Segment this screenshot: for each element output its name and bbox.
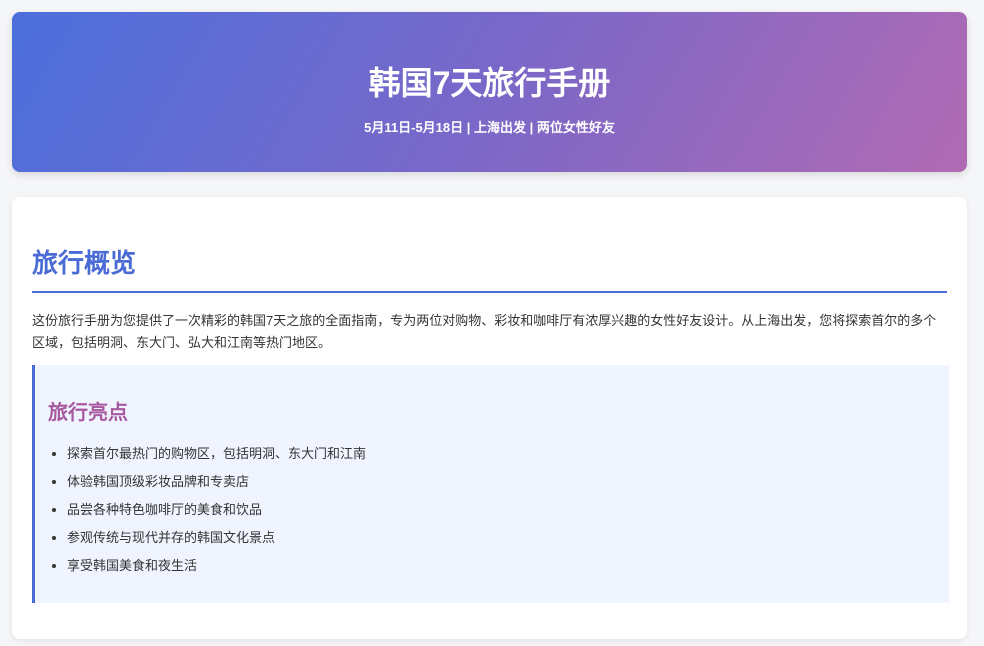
intro-paragraph: 这份旅行手册为您提供了一次精彩的韩国7天之旅的全面指南，专为两位对购物、彩妆和咖…	[32, 313, 937, 350]
section-divider	[32, 291, 947, 293]
page-subtitle: 5月11日-5月18日 | 上海出发 | 两位女性好友	[364, 120, 615, 135]
overview-card: 旅行概览 这份旅行手册为您提供了一次精彩的韩国7天之旅的全面指南，专为两位对购物…	[12, 197, 967, 639]
section-title: 旅行概览	[32, 248, 137, 278]
highlights-box: 旅行亮点 探索首尔最热门的购物区，包括明洞、东大门和江南 体验韩国顶级彩妆品牌和…	[32, 365, 949, 603]
list-item: 品尝各种特色咖啡厅的美食和饮品	[67, 496, 366, 524]
list-item: 探索首尔最热门的购物区，包括明洞、东大门和江南	[67, 440, 366, 468]
highlights-title: 旅行亮点	[48, 402, 128, 424]
list-item: 参观传统与现代并存的韩国文化景点	[67, 524, 366, 552]
list-item: 享受韩国美食和夜生活	[67, 552, 366, 580]
highlights-list: 探索首尔最热门的购物区，包括明洞、东大门和江南 体验韩国顶级彩妆品牌和专卖店 品…	[48, 440, 366, 580]
list-item: 体验韩国顶级彩妆品牌和专卖店	[67, 468, 366, 496]
page-title: 韩国7天旅行手册	[368, 65, 611, 101]
page-header: 韩国7天旅行手册 5月11日-5月18日 | 上海出发 | 两位女性好友	[12, 12, 967, 172]
